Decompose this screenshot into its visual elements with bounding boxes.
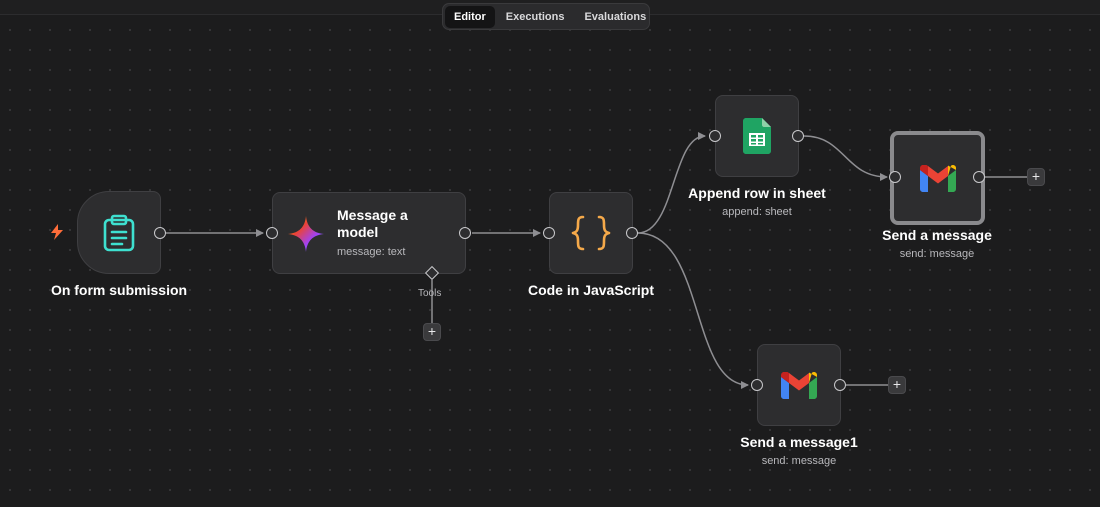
gmail2-input-handle[interactable] xyxy=(751,379,763,391)
braces-icon xyxy=(550,193,632,273)
code-output-handle[interactable] xyxy=(626,227,638,239)
node-code-in-javascript[interactable] xyxy=(549,192,633,274)
node-send-a-message1[interactable] xyxy=(757,344,841,426)
sheet-node-label: Append row in sheet xyxy=(688,185,826,201)
gmail1-add-next-button[interactable]: + xyxy=(1027,168,1045,186)
form-output-handle[interactable] xyxy=(154,227,166,239)
gmail2-output-handle[interactable] xyxy=(834,379,846,391)
gmail1-node-subtitle: send: message xyxy=(899,248,975,260)
trigger-bolt-icon xyxy=(51,224,63,240)
gmail-icon xyxy=(894,135,981,221)
model-node-title: Message a model xyxy=(337,207,408,241)
model-title-line2: model xyxy=(337,224,379,240)
code-input-handle[interactable] xyxy=(543,227,555,239)
gmail2-node-subtitle: send: message xyxy=(761,455,837,467)
gmail2-add-next-button[interactable]: + xyxy=(888,376,906,394)
gmail1-output-handle[interactable] xyxy=(973,171,985,183)
gmail1-input-handle[interactable] xyxy=(889,171,901,183)
node-message-a-model[interactable]: Message a model message: text xyxy=(272,192,466,274)
code-node-label: Code in JavaScript xyxy=(527,282,655,298)
tools-label: Tools xyxy=(418,288,442,299)
gmail2-node-label: Send a message1 xyxy=(740,434,858,450)
sheet-output-handle[interactable] xyxy=(792,130,804,142)
node-append-row-in-sheet[interactable] xyxy=(715,95,799,177)
sheet-input-handle[interactable] xyxy=(709,130,721,142)
sheet-node-subtitle: append: sheet xyxy=(722,206,792,218)
model-input-handle[interactable] xyxy=(266,227,278,239)
clipboard-icon xyxy=(78,192,160,273)
model-node-subtitle: message: text xyxy=(337,246,406,258)
gemini-sparkle-icon xyxy=(287,215,325,253)
edge-code-to-gmail2 xyxy=(637,232,749,389)
model-output-handle[interactable] xyxy=(459,227,471,239)
add-tool-button[interactable]: + xyxy=(423,323,441,341)
node-send-a-message[interactable] xyxy=(890,131,985,225)
gmail-icon xyxy=(758,345,840,425)
google-sheets-icon xyxy=(716,96,798,176)
node-on-form-submission[interactable] xyxy=(77,191,161,274)
form-node-label: On form submission xyxy=(50,282,188,298)
model-title-line1: Message a xyxy=(337,207,408,223)
gmail1-node-label: Send a message xyxy=(882,227,992,243)
edge-sheet-to-gmail1 xyxy=(803,135,888,181)
